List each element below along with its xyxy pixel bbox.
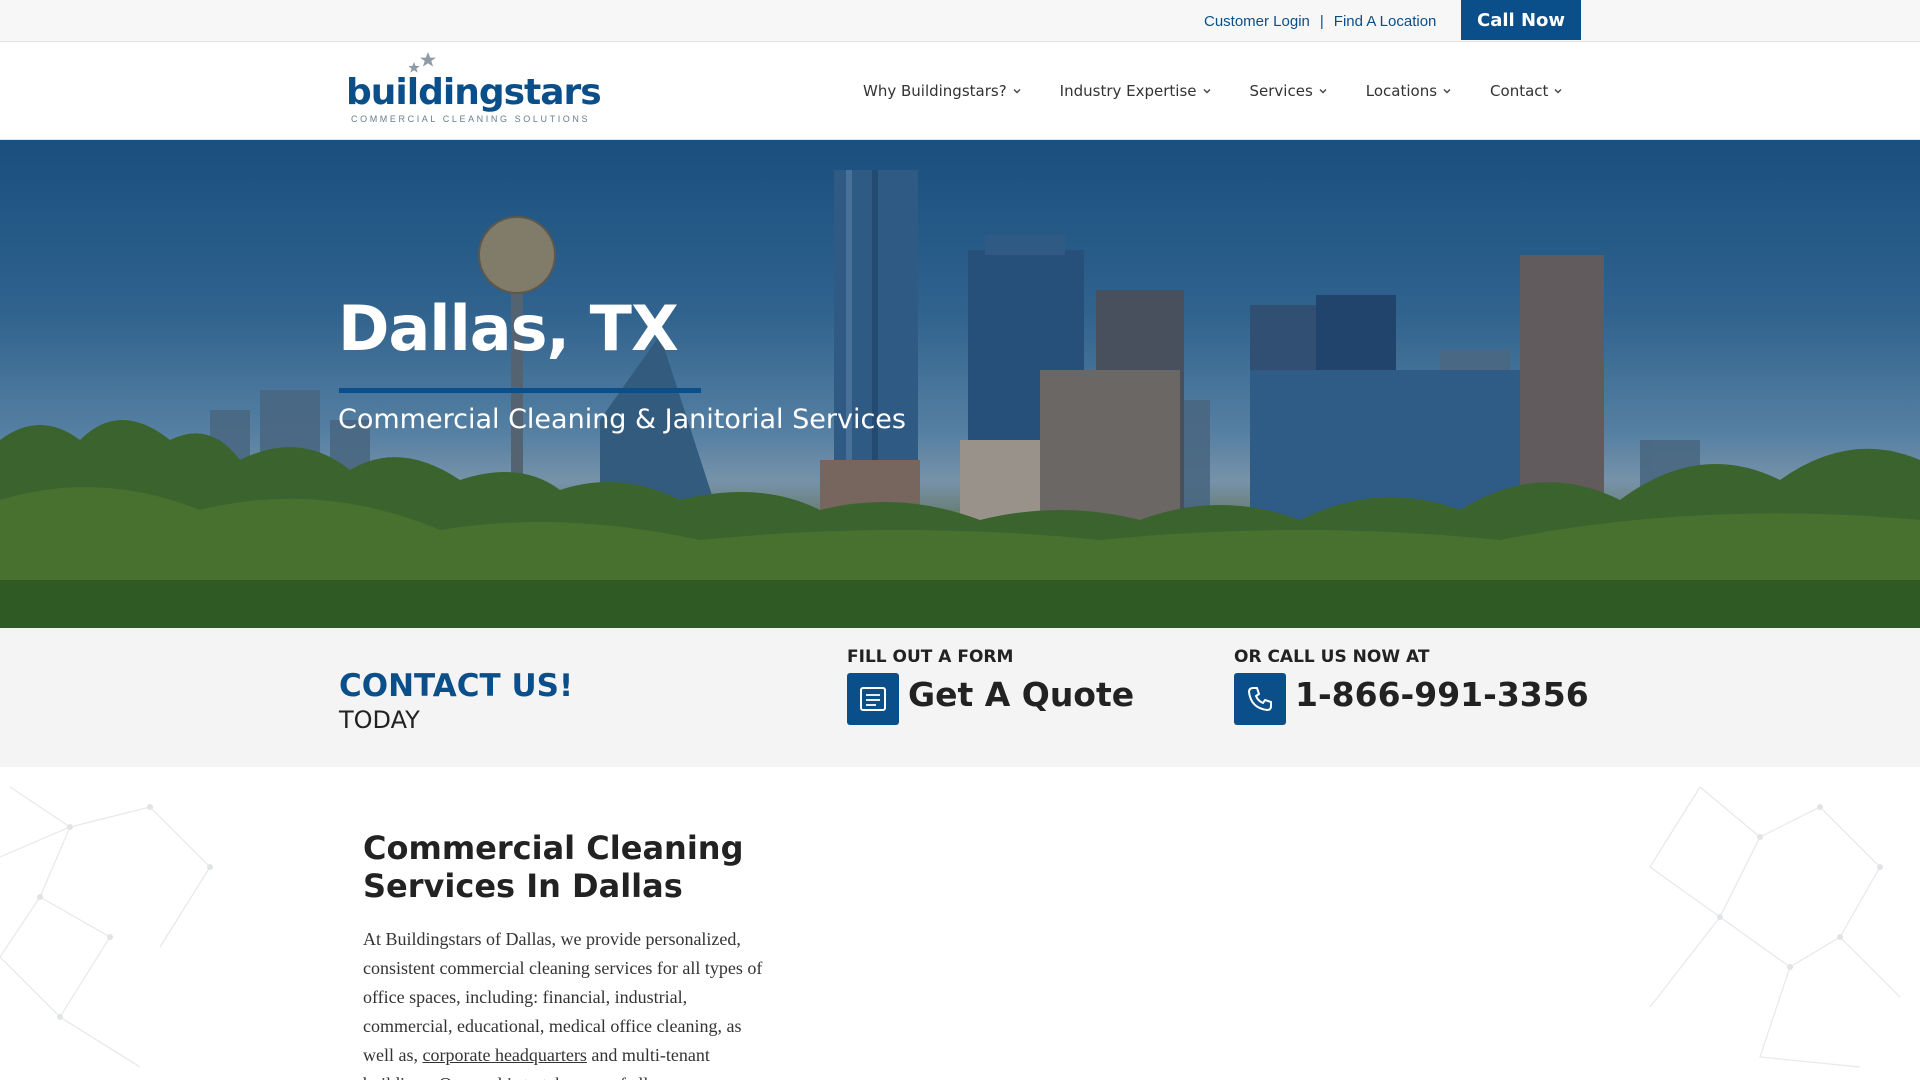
site-header: buildingstars COMMERCIAL CLEANING SOLUTI… xyxy=(0,42,1920,140)
nav-label: Why Buildingstars? xyxy=(863,82,1007,100)
find-location-link[interactable]: Find A Location xyxy=(1334,13,1437,30)
main-nav: Why Buildingstars? Industry Expertise Se… xyxy=(863,42,1563,140)
nav-industry-expertise[interactable]: Industry Expertise xyxy=(1060,82,1212,100)
customer-login-link[interactable]: Customer Login xyxy=(1204,13,1310,30)
nav-contact[interactable]: Contact xyxy=(1490,82,1563,100)
hero-overlay xyxy=(0,140,1920,628)
top-utility-bar: Customer Login | Find A Location Call No… xyxy=(0,0,1920,42)
nav-label: Services xyxy=(1249,82,1313,100)
hero-subtitle: Commercial Cleaning & Janitorial Service… xyxy=(338,404,906,435)
chevron-down-icon xyxy=(1203,89,1211,94)
form-icon-glyph xyxy=(860,687,886,711)
buildingstars-logo[interactable]: buildingstars COMMERCIAL CLEANING SOLUTI… xyxy=(346,52,602,132)
form-label: FILL OUT A FORM xyxy=(847,647,1014,667)
chevron-down-icon xyxy=(1443,89,1451,94)
phone-icon[interactable] xyxy=(1234,673,1286,725)
logo-stars-icon xyxy=(408,52,436,73)
form-icon[interactable] xyxy=(847,673,899,725)
nav-label: Contact xyxy=(1490,82,1549,100)
hero-banner: Dallas, TX Commercial Cleaning & Janitor… xyxy=(0,140,1920,628)
logo-wordmark: buildingstars xyxy=(346,72,602,113)
utility-separator: | xyxy=(1319,12,1324,30)
nav-why-buildingstars[interactable]: Why Buildingstars? xyxy=(863,82,1022,100)
contact-subtitle: TODAY xyxy=(339,706,420,734)
nav-locations[interactable]: Locations xyxy=(1366,82,1452,100)
hero-title: Dallas, TX xyxy=(338,292,679,365)
chevron-down-icon xyxy=(1319,89,1327,94)
corporate-headquarters-link[interactable]: corporate headquarters xyxy=(422,1045,586,1065)
phone-number-link[interactable]: 1-866-991-3356 xyxy=(1295,675,1589,714)
get-quote-link[interactable]: Get A Quote xyxy=(908,675,1134,714)
chevron-down-icon xyxy=(1013,89,1021,94)
contact-strip: CONTACT US! TODAY FILL OUT A FORM Get A … xyxy=(0,628,1920,767)
section-heading: Commercial Cleaning Services In Dallas xyxy=(363,829,744,905)
chevron-down-icon xyxy=(1554,89,1562,94)
nav-services[interactable]: Services xyxy=(1250,82,1328,100)
section-paragraph: At Buildingstars of Dallas, we provide p… xyxy=(363,925,773,1080)
contact-title: CONTACT US! xyxy=(339,668,574,704)
nav-label: Industry Expertise xyxy=(1059,82,1197,100)
network-background-pattern xyxy=(0,786,1901,1068)
call-now-button[interactable]: Call Now xyxy=(1461,0,1581,40)
hero-title-underline xyxy=(339,388,701,393)
call-label: OR CALL US NOW AT xyxy=(1234,647,1430,667)
main-content: Commercial Cleaning Services In Dallas A… xyxy=(0,767,1920,1080)
utility-links: Customer Login | Find A Location xyxy=(1204,0,1436,42)
phone-icon-glyph xyxy=(1248,687,1272,711)
nav-label: Locations xyxy=(1365,82,1438,100)
logo-tagline: COMMERCIAL CLEANING SOLUTIONS xyxy=(351,114,591,124)
